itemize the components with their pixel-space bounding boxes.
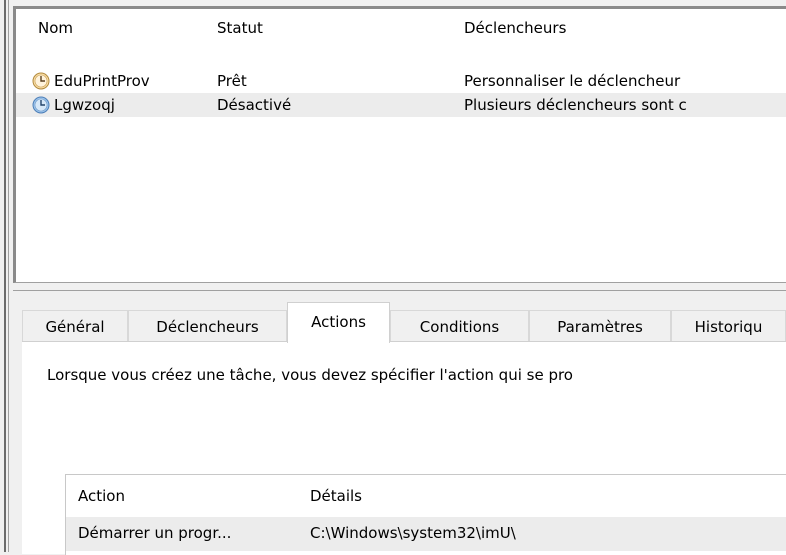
- action-details: C:\Windows\system32\imU\: [310, 524, 516, 542]
- actions-table[interactable]: Action Détails Démarrer un progr... C:\W…: [65, 474, 786, 555]
- task-triggers: Plusieurs déclencheurs sont c: [464, 96, 687, 114]
- clock-icon: [32, 96, 50, 114]
- task-list-header: Nom Statut Déclencheurs: [16, 9, 786, 47]
- tab-triggers[interactable]: Déclencheurs: [128, 310, 287, 341]
- task-details-pane: Général Déclencheurs Actions Conditions …: [13, 290, 786, 555]
- tab-conditions[interactable]: Conditions: [390, 310, 529, 341]
- task-list[interactable]: Nom Statut Déclencheurs EduPrintProv Prê…: [13, 6, 786, 283]
- task-status: Prêt: [217, 72, 247, 90]
- action-type: Démarrer un progr...: [78, 524, 232, 542]
- frame-line-inner: [8, 0, 9, 552]
- action-row[interactable]: Démarrer un progr... C:\Windows\system32…: [66, 517, 786, 551]
- task-triggers: Personnaliser le déclencheur: [464, 72, 681, 90]
- actions-tab-content: Lorsque vous créez une tâche, vous devez…: [22, 341, 786, 555]
- column-header-status[interactable]: Statut: [217, 19, 263, 37]
- actions-table-header: Action Détails: [66, 475, 786, 517]
- left-frame-border: [0, 0, 12, 552]
- task-row-selected[interactable]: Lgwzoqj Désactivé Plusieurs déclencheurs…: [16, 93, 786, 117]
- column-header-triggers[interactable]: Déclencheurs: [464, 19, 566, 37]
- clock-icon: [32, 72, 50, 90]
- column-header-name[interactable]: Nom: [38, 19, 73, 37]
- task-status: Désactivé: [217, 96, 292, 114]
- tab-general[interactable]: Général: [22, 310, 128, 341]
- column-header-details[interactable]: Détails: [310, 487, 362, 505]
- task-name: Lgwzoqj: [54, 96, 115, 114]
- actions-description: Lorsque vous créez une tâche, vous devez…: [47, 366, 573, 384]
- column-header-action[interactable]: Action: [78, 487, 125, 505]
- task-name: EduPrintProv: [54, 72, 150, 90]
- tab-actions[interactable]: Actions: [287, 302, 390, 343]
- tab-settings[interactable]: Paramètres: [529, 310, 671, 341]
- tab-history[interactable]: Historiqu: [671, 310, 786, 341]
- frame-line: [4, 0, 6, 552]
- task-row[interactable]: EduPrintProv Prêt Personnaliser le décle…: [16, 69, 786, 93]
